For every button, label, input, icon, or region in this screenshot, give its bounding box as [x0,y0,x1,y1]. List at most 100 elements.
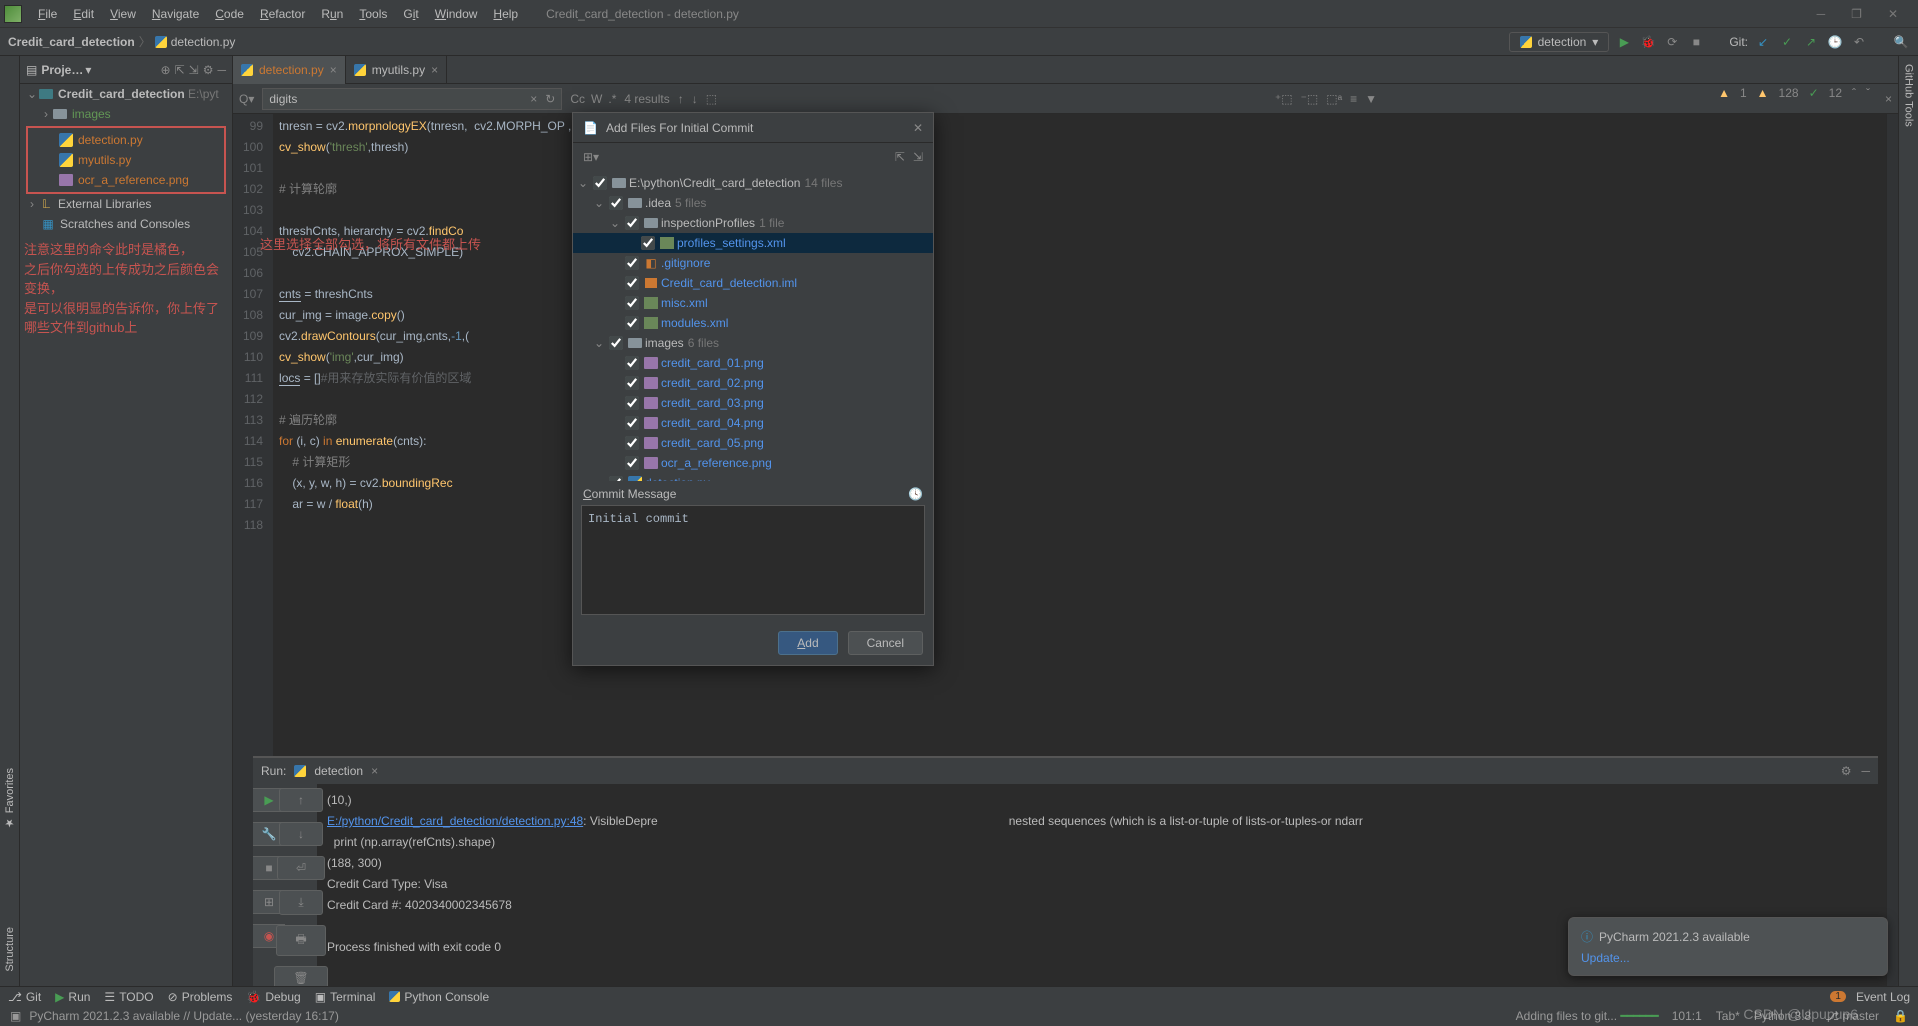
scratches[interactable]: ▦ Scratches and Consoles [26,214,226,234]
clear-icon[interactable]: × [530,92,537,106]
github-tools-tab[interactable]: GitHub Tools [1899,60,1918,131]
find-input[interactable]: digits × ↻ [262,88,562,110]
checkbox[interactable] [625,416,639,430]
tree-insp-profiles[interactable]: ⌄inspectionProfiles1 file [573,213,933,233]
tree-cc4[interactable]: credit_card_04.png [573,413,933,433]
checkbox[interactable] [609,196,623,210]
debug-button[interactable]: 🐞 [1639,33,1657,51]
checkbox[interactable] [625,256,639,270]
breadcrumb-file[interactable]: detection.py [171,35,236,49]
run-tab[interactable]: ▶Run [55,990,90,1004]
dropdown-icon[interactable]: ▾ [85,63,91,77]
checkbox[interactable] [625,276,639,290]
tree-profiles-settings[interactable]: profiles_settings.xml [573,233,933,253]
structure-tab[interactable]: Structure [0,923,20,976]
menu-code[interactable]: Code [207,7,252,21]
settings-icon[interactable]: ⚙ [1841,764,1852,778]
checkbox[interactable] [625,396,639,410]
select-all[interactable]: ⬚ᵃ [1326,92,1342,106]
close-icon[interactable]: ✕ [913,121,923,135]
menu-navigate[interactable]: Navigate [144,7,207,21]
words-icon[interactable]: W [591,92,602,106]
window-minimize[interactable]: ─ [1809,7,1834,21]
run-config-selector[interactable]: detection ▾ [1509,32,1610,52]
git-commit-button[interactable]: ✓ [1778,33,1796,51]
close-icon[interactable]: × [330,63,337,77]
tree-cc2[interactable]: credit_card_02.png [573,373,933,393]
todo-tab[interactable]: ☰TODO [104,990,153,1004]
error-stripe[interactable] [1886,114,1898,986]
close-icon[interactable]: × [431,63,438,77]
python-console-tab[interactable]: Python Console [389,990,489,1004]
tree-cc5[interactable]: credit_card_05.png [573,433,933,453]
run-button[interactable]: ▶ [1615,33,1633,51]
menu-window[interactable]: Window [427,7,486,21]
indent-info[interactable]: Tab* [1716,1009,1740,1023]
file-ocr-ref[interactable]: ocr_a_reference.png [28,170,224,190]
tree-cc3[interactable]: credit_card_03.png [573,393,933,413]
select-opened-icon[interactable]: ⊕ [161,63,171,77]
tab-myutils[interactable]: myutils.py × [346,56,447,84]
checkbox[interactable] [593,176,607,190]
event-log-tab[interactable]: Event Log [1856,990,1910,1004]
window-maximize[interactable]: ❐ [1843,7,1870,21]
down-icon[interactable]: ˇ [1866,86,1870,100]
tree-idea[interactable]: ⌄.idea5 files [573,193,933,213]
git-history-button[interactable]: 🕒 [1826,33,1844,51]
up-icon[interactable]: ˆ [1852,86,1856,100]
history-icon[interactable]: ↻ [545,92,555,106]
add-selection[interactable]: ⁺⬚ [1275,92,1293,106]
project-root[interactable]: ⌄ Credit_card_detection E:\pyt [26,84,226,104]
terminal-tab[interactable]: ▣Terminal [315,990,376,1004]
select-all-icon[interactable]: ⬚ [706,92,717,106]
checkbox[interactable] [625,316,639,330]
search-everywhere[interactable]: 🔍 [1892,33,1910,51]
external-libraries[interactable]: ›𝕃 External Libraries [26,194,226,214]
tree-iml[interactable]: Credit_card_detection.iml [573,273,933,293]
menu-git[interactable]: Git [395,7,426,21]
update-link[interactable]: Update... [1581,951,1875,965]
checkbox[interactable] [625,376,639,390]
settings-icon[interactable]: ⚙ [203,63,214,77]
debug-tab[interactable]: 🐞Debug [246,990,300,1004]
group-icon[interactable]: ⊞▾ [583,150,599,164]
git-rollback-button[interactable]: ↶ [1850,33,1868,51]
filter-icon[interactable]: ▼ [1365,92,1377,106]
checkbox[interactable] [625,436,639,450]
checkbox[interactable] [625,356,639,370]
menu-tools[interactable]: Tools [351,7,395,21]
hide-icon[interactable]: ─ [217,63,226,77]
history-icon[interactable]: 🕓 [908,487,923,501]
stop-button[interactable]: ■ [1687,33,1705,51]
checkbox[interactable] [641,236,655,250]
checkbox[interactable] [609,476,623,481]
tool-window-icon[interactable]: ▣ [10,1009,21,1023]
checkbox[interactable] [625,216,639,230]
expand-all-icon[interactable]: ⇱ [895,150,905,164]
tree-images[interactable]: ⌄images6 files [573,333,933,353]
regex-icon[interactable]: .* [608,92,616,106]
collapse-all-icon[interactable]: ⇲ [189,63,199,77]
commit-msg-input[interactable]: Initial commit [581,505,925,615]
tree-modules[interactable]: modules.xml [573,313,933,333]
more-options[interactable]: ≡ [1350,92,1357,106]
caret-position[interactable]: 101:1 [1672,1009,1702,1023]
file-detection[interactable]: detection.py [28,130,224,150]
window-close[interactable]: ✕ [1880,7,1906,21]
git-update-button[interactable]: ↙ [1754,33,1772,51]
tree-gitignore[interactable]: ◧.gitignore [573,253,933,273]
lock-icon[interactable]: 🔒 [1893,1009,1908,1023]
images-folder[interactable]: › images [26,104,226,124]
tab-detection[interactable]: detection.py × [233,56,346,84]
status-message[interactable]: PyCharm 2021.2.3 available // Update... … [29,1009,339,1023]
remove-selection[interactable]: ⁻⬚ [1301,92,1319,106]
next-match[interactable]: ↓ [692,92,698,106]
favorites-tab[interactable]: ★ Favorites [0,764,20,833]
tree-ocr[interactable]: ocr_a_reference.png [573,453,933,473]
menu-refactor[interactable]: Refactor [252,7,313,21]
prev-match[interactable]: ↑ [678,92,684,106]
checkbox[interactable] [625,456,639,470]
add-button[interactable]: Add [778,631,837,655]
checkbox[interactable] [625,296,639,310]
breadcrumb-project[interactable]: Credit_card_detection [8,35,135,49]
